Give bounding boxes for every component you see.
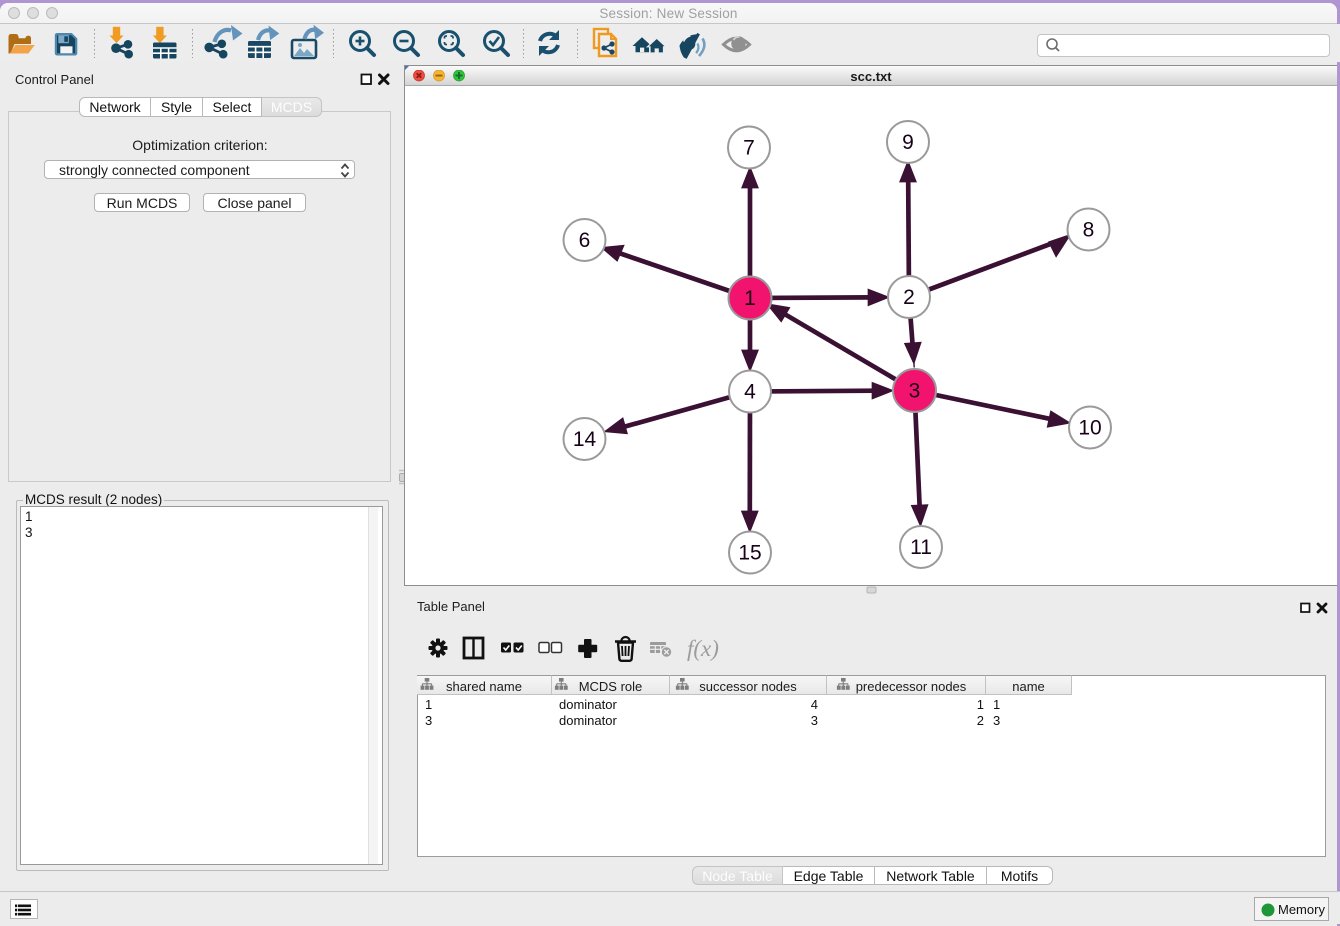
svg-text:1: 1 [744, 287, 756, 310]
svg-text:6: 6 [579, 229, 591, 252]
svg-text:4: 4 [744, 381, 756, 404]
svg-text:3: 3 [909, 380, 921, 403]
svg-text:2: 2 [903, 286, 915, 309]
svg-text:9: 9 [902, 131, 914, 154]
svg-text:15: 15 [738, 542, 761, 565]
svg-text:10: 10 [1078, 417, 1101, 440]
svg-text:7: 7 [743, 137, 755, 160]
svg-text:8: 8 [1083, 219, 1095, 242]
svg-text:11: 11 [910, 536, 932, 559]
svg-text:f(x): f(x) [687, 636, 719, 661]
svg-text:14: 14 [573, 428, 597, 451]
